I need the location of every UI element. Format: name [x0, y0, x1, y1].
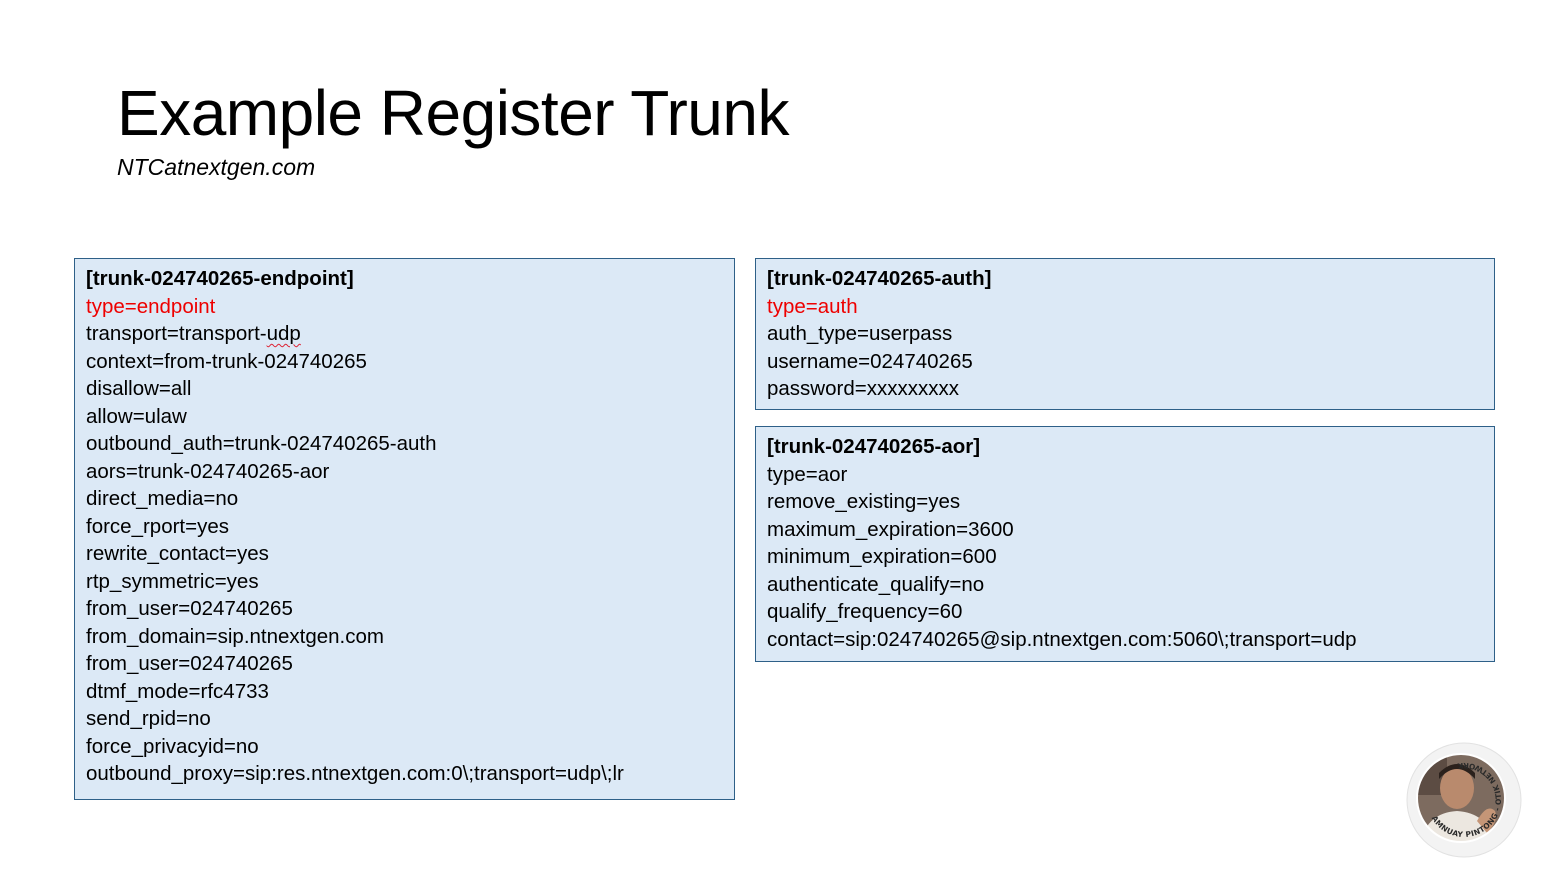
config-line: aors=trunk-024740265-aor [86, 459, 330, 483]
config-line: rtp_symmetric=yes [86, 569, 259, 593]
config-line: authenticate_qualify=no [767, 572, 985, 596]
config-line: allow=ulaw [86, 404, 187, 428]
aor-section-header: [trunk-024740265-aor] [767, 435, 981, 458]
badge-graphic: AMNUAY PINTONG - OTIK NETWORK [1406, 742, 1522, 858]
config-line: from_user=024740265 [86, 652, 293, 675]
spellcheck-underlined-word: udp [266, 322, 301, 345]
auth-section-header: [trunk-024740265-auth] [767, 267, 992, 290]
slide-subtitle: NTCatnextgen.com [117, 154, 316, 180]
config-line: send_rpid=no [86, 707, 211, 730]
config-line: dtmf_mode=rfc4733 [86, 679, 269, 703]
config-line: from_domain=sip.ntnextgen.com [86, 624, 384, 648]
config-line: rewrite_contact=yes [86, 542, 269, 565]
profile-photo-badge-icon: AMNUAY PINTONG - OTIK NETWORK [1405, 741, 1523, 859]
config-line: force_rport=yes [86, 514, 229, 538]
config-line: minimum_expiration=600 [767, 545, 997, 568]
config-line: remove_existing=yes [767, 490, 961, 513]
endpoint-config-box: [trunk-024740265-endpoint] type=endpoint… [74, 258, 735, 800]
endpoint-section-header: [trunk-024740265-endpoint] [86, 267, 354, 290]
config-line: outbound_proxy=sip:res.ntnextgen.com:0\;… [86, 762, 624, 785]
config-line: maximum_expiration=3600 [767, 517, 1014, 541]
endpoint-transport-line: transport=transport-udp [86, 320, 723, 348]
config-line: from_user=024740265 [86, 597, 293, 620]
auth-type-line: type=auth [767, 294, 858, 318]
config-line: disallow=all [86, 377, 192, 400]
endpoint-type-line: type=endpoint [86, 294, 216, 318]
config-line: auth_type=userpass [767, 322, 953, 345]
config-line: context=from-trunk-024740265 [86, 349, 367, 373]
config-line: contact=sip:024740265@sip.ntnextgen.com:… [767, 627, 1357, 651]
config-line: qualify_frequency=60 [767, 600, 963, 623]
config-line: force_privacyid=no [86, 734, 259, 758]
config-line: type=aor [767, 462, 848, 486]
config-line: password=xxxxxxxxx [767, 377, 959, 400]
config-line: outbound_auth=trunk-024740265-auth [86, 432, 437, 455]
auth-config-box: [trunk-024740265-auth] type=auth auth_ty… [755, 258, 1495, 410]
config-line: direct_media=no [86, 487, 239, 510]
config-line: username=024740265 [767, 349, 973, 373]
transport-prefix: transport=transport- [86, 322, 267, 345]
slide-title: Example Register Trunk [117, 77, 789, 149]
aor-config-box: [trunk-024740265-aor] type=aor remove_ex… [755, 426, 1495, 662]
